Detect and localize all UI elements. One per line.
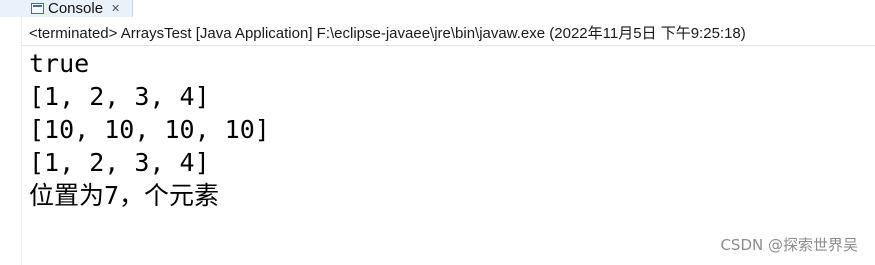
output-line: [10, 10, 10, 10] bbox=[29, 115, 270, 144]
console-tab-bar: Console ✕ bbox=[0, 0, 875, 17]
tab-console-label: Console bbox=[48, 0, 104, 17]
watermark: CSDN @探索世界吴 bbox=[720, 236, 858, 254]
output-line: [1, 2, 3, 4] bbox=[29, 82, 210, 111]
console-output[interactable]: true [1, 2, 3, 4] [10, 10, 10, 10] [1, 2… bbox=[29, 47, 270, 212]
tab-console[interactable]: Console ✕ bbox=[0, 0, 133, 17]
divider bbox=[21, 45, 875, 46]
process-status-line: <terminated> ArraysTest [Java Applicatio… bbox=[29, 25, 746, 42]
console-gutter bbox=[21, 17, 22, 265]
output-line: true bbox=[29, 49, 90, 78]
console-icon bbox=[31, 3, 44, 14]
output-line: 位置为7，个元素 bbox=[29, 181, 220, 210]
close-icon[interactable]: ✕ bbox=[111, 2, 120, 15]
output-line: [1, 2, 3, 4] bbox=[29, 148, 210, 177]
